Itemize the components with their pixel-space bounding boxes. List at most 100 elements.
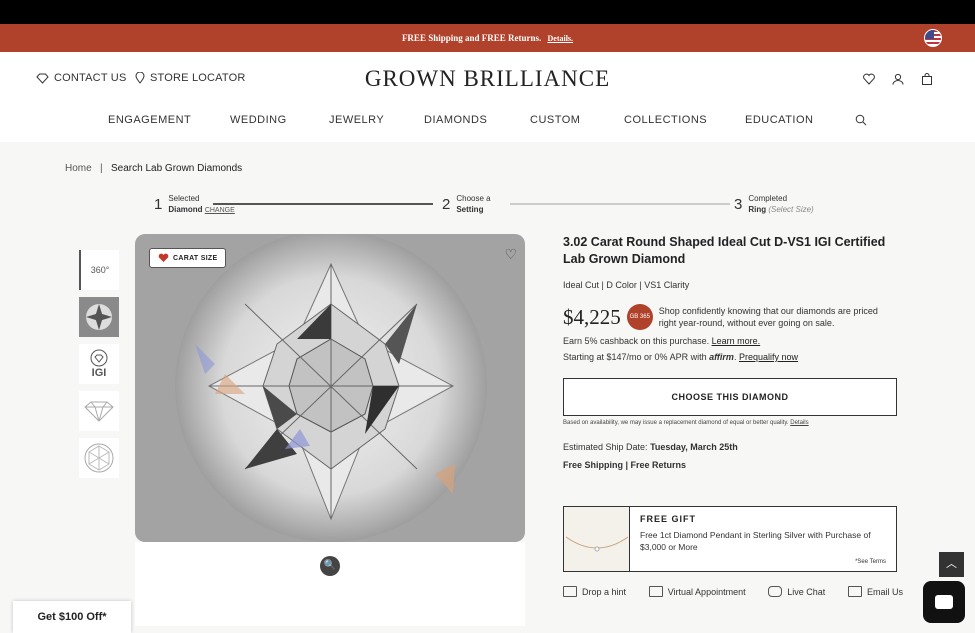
cashback-text: Earn 5% cashback on this purchase. <box>563 336 710 346</box>
thumb-top-view[interactable] <box>79 438 119 478</box>
email-us-label: Email Us <box>866 586 903 597</box>
thumb-diamond-photo[interactable] <box>79 297 119 337</box>
image-footer: 🔍 <box>135 542 525 626</box>
replacement-fine-print: Based on availability, we may issue a re… <box>563 420 903 426</box>
thumb-360-view[interactable]: 360° <box>79 250 119 290</box>
shopping-bag-icon[interactable] <box>921 72 933 85</box>
account-user-icon[interactable] <box>892 72 904 85</box>
financing-text: Starting at $147/mo or 0% APR with <box>563 352 707 362</box>
step-label-bold: Ring <box>748 205 767 214</box>
nav-custom[interactable]: CUSTOM <box>530 114 580 126</box>
ship-date-label: Estimated Ship Date: <box>563 442 648 452</box>
free-gift-text: Free 1ct Diamond Pendant in Sterling Sil… <box>640 530 871 552</box>
scroll-to-top-chevron-up-icon[interactable]: ︿ <box>939 552 964 577</box>
nav-collections[interactable]: COLLECTIONS <box>624 114 707 126</box>
igi-label: IGI <box>91 367 107 379</box>
breadcrumb: Home | Search Lab Grown Diamonds <box>65 163 242 174</box>
live-chat-button[interactable]: Live Chat <box>768 586 825 597</box>
step-change-link[interactable]: CHANGE <box>205 207 235 214</box>
us-flag-icon[interactable] <box>924 29 942 47</box>
nav-diamonds[interactable]: DIAMONDS <box>424 114 487 126</box>
igi-seal-icon <box>90 349 108 367</box>
breadcrumb-current: Search Lab Grown Diamonds <box>110 163 243 174</box>
learn-more-link[interactable]: Learn more. <box>712 336 761 346</box>
cashback-line: Earn 5% cashback on this purchase. Learn… <box>563 336 903 346</box>
choose-diamond-button[interactable]: CHOOSE THIS DIAMOND <box>563 378 897 416</box>
thumb-igi-certificate[interactable]: IGI <box>79 344 119 384</box>
diamond-top-view-icon <box>84 443 114 473</box>
product-info: 3.02 Carat Round Shaped Ideal Cut D-VS1 … <box>563 234 903 597</box>
site-logo[interactable]: GROWN BRILLIANCE <box>0 66 975 92</box>
step-2[interactable]: 2 Choose a Setting <box>442 193 491 215</box>
nav-education[interactable]: EDUCATION <box>745 114 813 126</box>
nav-jewelry[interactable]: JEWELRY <box>329 114 384 126</box>
thumb-side-view[interactable] <box>79 391 119 431</box>
breadcrumb-home[interactable]: Home <box>65 163 92 174</box>
chat-widget-button[interactable] <box>923 581 965 623</box>
envelope-hint-icon <box>563 586 577 597</box>
see-terms-link[interactable]: *See Terms <box>855 559 886 565</box>
calendar-icon <box>648 586 663 597</box>
chat-icon <box>935 595 953 609</box>
step-progress-line <box>213 203 433 205</box>
step-size-note: (Select Size) <box>768 205 814 214</box>
step-label: Choose a <box>456 194 491 203</box>
search-icon[interactable] <box>855 114 867 129</box>
free-gift-promo[interactable]: FREE GIFT Free 1ct Diamond Pendant in St… <box>563 506 897 572</box>
zoom-magnifier-icon[interactable]: 🔍 <box>320 556 340 576</box>
image-thumbnails: 360° IGI <box>79 250 119 485</box>
contact-actions: Drop a hint Virtual Appointment Live Cha… <box>563 586 903 597</box>
diamond-heart-icon <box>158 253 169 262</box>
diamond-photo <box>175 234 487 542</box>
product-title: 3.02 Carat Round Shaped Ideal Cut D-VS1 … <box>563 235 886 266</box>
promo-text: FREE Shipping and FREE Returns. <box>401 33 542 43</box>
diamond-photo-icon <box>86 304 112 330</box>
fine-print-text: Based on availability, we may issue a re… <box>563 420 789 426</box>
nav-wedding[interactable]: WEDDING <box>230 114 287 126</box>
price-guarantee-text: Shop confidently knowing that our diamon… <box>658 306 878 328</box>
favorite-heart-icon[interactable]: ♡ <box>504 246 517 263</box>
site-header: CONTACT US STORE LOCATOR GROWN BRILLIANC… <box>0 52 975 142</box>
chat-bubble-icon <box>768 586 783 597</box>
drop-a-hint-button[interactable]: Drop a hint <box>563 586 626 597</box>
drop-a-hint-label: Drop a hint <box>582 586 627 597</box>
step-progress-line <box>510 203 730 205</box>
email-us-button[interactable]: Email Us <box>847 586 903 597</box>
promo-details-link[interactable]: Details. <box>547 34 573 43</box>
360-view-icon: 360° <box>90 265 110 275</box>
browser-top-bar <box>0 0 975 24</box>
get-100-off-tab[interactable]: Get $100 Off* <box>13 601 131 633</box>
fine-print-details-link[interactable]: Details <box>790 420 808 426</box>
step-number: 1 <box>154 196 163 213</box>
breadcrumb-separator: | <box>100 163 103 174</box>
price-guarantee-seal-icon: GB 365 <box>626 304 653 330</box>
build-ring-steps: 1 Selected Diamond CHANGE 2 Choose a Setti… <box>150 193 830 223</box>
step-1[interactable]: 1 Selected Diamond CHANGE <box>154 193 235 216</box>
nav-engagement[interactable]: ENGAGEMENT <box>108 114 191 126</box>
promo-banner: FREE Shipping and FREE Returns. Details. <box>0 24 975 52</box>
email-icon <box>847 586 862 597</box>
step-label-bold: Setting <box>456 205 484 214</box>
ship-date: Estimated Ship Date: Tuesday, March 25th <box>563 442 903 452</box>
virtual-appointment-button[interactable]: Virtual Appointment <box>648 586 746 597</box>
free-shipping-returns: Free Shipping | Free Returns <box>563 460 687 470</box>
pendant-image <box>564 507 630 571</box>
step-label-bold: Diamond <box>168 205 203 214</box>
ship-date-value: Tuesday, March 25th <box>650 442 738 452</box>
carat-size-button[interactable]: CARAT SIZE <box>149 248 227 268</box>
step-label: Selected <box>168 194 200 203</box>
step-label: Completed <box>748 194 788 203</box>
step-number: 3 <box>734 195 743 213</box>
step-3[interactable]: 3 Completed Ring (Select Size) <box>734 193 814 215</box>
affirm-logo: affirm <box>709 352 734 362</box>
free-gift-title: FREE GIFT <box>640 514 696 524</box>
diamond-main-image[interactable]: CARAT SIZE ♡ <box>135 234 525 542</box>
main-nav: ENGAGEMENT WEDDING JEWELRY DIAMONDS CUST… <box>0 114 975 128</box>
prequalify-link[interactable]: Prequalify now <box>739 352 798 362</box>
financing-line: Starting at $147/mo or 0% APR with affir… <box>563 352 798 362</box>
carat-size-label: CARAT SIZE <box>173 254 218 262</box>
product-specs: Ideal Cut | D Color | VS1 Clarity <box>563 280 690 290</box>
wishlist-heart-icon[interactable] <box>863 72 875 85</box>
virtual-appointment-label: Virtual Appointment <box>667 586 746 597</box>
step-number: 2 <box>442 195 451 213</box>
